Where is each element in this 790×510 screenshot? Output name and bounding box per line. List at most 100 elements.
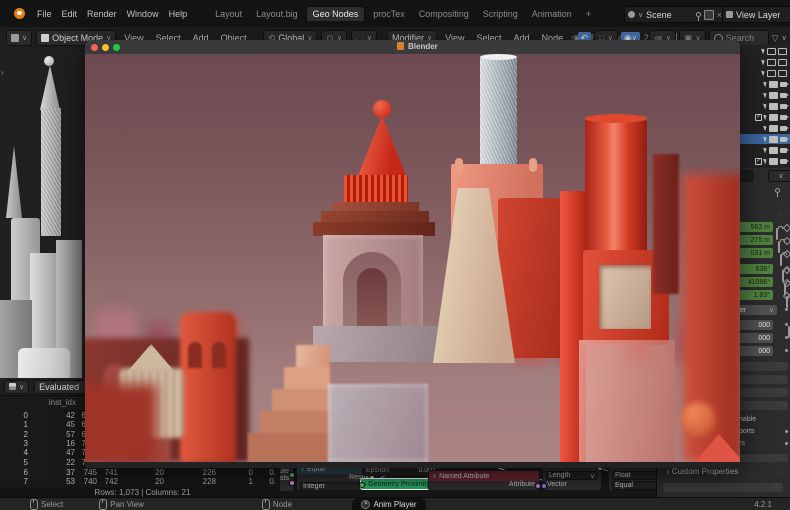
collapsed-panel[interactable] — [663, 483, 783, 492]
lock-icon[interactable] — [778, 241, 780, 253]
selectable-icon[interactable] — [763, 81, 768, 88]
tab-add-workspace[interactable]: + — [580, 7, 597, 21]
tab-scripting[interactable]: Scripting — [477, 7, 524, 21]
selectable-icon[interactable] — [763, 92, 768, 99]
monitor-icon[interactable] — [769, 81, 778, 88]
keyframe-diamond-icon[interactable] — [783, 292, 790, 300]
blender-logo-icon[interactable] — [14, 8, 25, 19]
cancel-icon[interactable]: × — [361, 500, 370, 509]
monitor-icon[interactable] — [767, 70, 776, 77]
rotation-z-field[interactable]: 1.83° — [737, 290, 773, 300]
camera-icon[interactable] — [780, 159, 787, 164]
render-window-titlebar[interactable]: Blender — [85, 40, 740, 55]
location-z-field[interactable]: 031 m — [737, 248, 773, 258]
keyframe-dot-icon[interactable] — [785, 442, 788, 445]
selectable-icon[interactable] — [763, 136, 768, 143]
monitor-icon[interactable] — [767, 59, 776, 66]
viewport-3d-clay[interactable]: › — [0, 48, 85, 378]
maximize-traffic-light[interactable] — [113, 44, 120, 51]
exists-output-socket[interactable] — [289, 480, 295, 486]
properties-filter-dropdown[interactable]: ∨ — [768, 170, 790, 182]
compare-type-dropdown[interactable]: Float∨ — [612, 471, 658, 480]
selectable-icon[interactable] — [763, 114, 768, 121]
lock-icon[interactable] — [776, 228, 778, 240]
scene-selector[interactable]: ∨ Scene × — [624, 6, 726, 23]
rotation-mode-dropdown[interactable]: er∨ — [737, 305, 777, 315]
scale-y-field[interactable]: 000 — [737, 333, 773, 343]
selectable-icon[interactable] — [761, 48, 766, 55]
location-y-field[interactable]: 275 m — [737, 235, 773, 245]
tab-compositing[interactable]: Compositing — [413, 7, 475, 21]
keyframe-diamond-icon[interactable] — [783, 237, 790, 245]
editor-type-button[interactable]: ∨ — [6, 30, 32, 46]
selectable-icon[interactable] — [761, 59, 766, 66]
tab-layout[interactable]: Layout — [209, 7, 248, 21]
checkbox-checked[interactable]: ✓ — [755, 158, 762, 165]
monitor-icon[interactable] — [769, 136, 778, 143]
outliner-row-selected[interactable] — [737, 134, 790, 144]
location-x-field[interactable]: 563 m — [737, 222, 773, 232]
attribute-output-socket[interactable] — [289, 472, 295, 478]
minimize-traffic-light[interactable] — [102, 44, 109, 51]
selectable-icon[interactable] — [763, 147, 768, 154]
keyframe-dot-icon[interactable] — [785, 308, 788, 311]
anim-player-button[interactable]: × Anim Player — [352, 498, 426, 510]
scale-z-field[interactable]: 000 — [737, 346, 773, 356]
render-window[interactable]: Blender — [85, 40, 740, 468]
close-traffic-light[interactable] — [91, 44, 98, 51]
camera-icon[interactable] — [780, 104, 787, 109]
menu-window[interactable]: Window — [123, 9, 163, 19]
selectable-icon[interactable] — [763, 103, 768, 110]
selectable-icon[interactable] — [763, 158, 768, 165]
camera-icon[interactable] — [780, 137, 787, 142]
menu-file[interactable]: File — [33, 9, 56, 19]
camera-icon[interactable] — [780, 126, 787, 131]
camera-icon[interactable] — [780, 82, 787, 87]
properties-search-box[interactable] — [738, 170, 754, 182]
view-layer-selector[interactable]: View Layer — [722, 6, 790, 23]
monitor-icon[interactable] — [769, 158, 778, 165]
menu-render[interactable]: Render — [83, 9, 121, 19]
new-scene-icon[interactable] — [704, 10, 714, 20]
monitor-icon[interactable] — [769, 147, 778, 154]
compare-op-dropdown[interactable]: Equal∨ — [612, 481, 658, 490]
camera-icon[interactable] — [780, 93, 787, 98]
camera-icon[interactable] — [778, 48, 787, 55]
tab-geo-nodes[interactable]: Geo Nodes — [306, 6, 366, 21]
selectable-icon[interactable] — [763, 125, 768, 132]
menu-edit[interactable]: Edit — [58, 9, 82, 19]
column-header-inst-idx[interactable]: inst_idx — [28, 398, 76, 407]
monitor-icon[interactable] — [769, 92, 778, 99]
camera-icon[interactable] — [780, 148, 787, 153]
keyframe-dot-icon[interactable] — [785, 336, 788, 339]
camera-icon[interactable] — [780, 115, 787, 120]
monitor-icon[interactable] — [767, 48, 776, 55]
node-named-attribute[interactable]: ∨ Named Attribute Attribute — [428, 470, 540, 491]
tab-animation[interactable]: Animation — [526, 7, 578, 21]
tab-layout-big[interactable]: Layout.big — [250, 7, 304, 21]
vector-math-mode-dropdown[interactable]: Length∨ — [546, 471, 598, 480]
rotation-y-field[interactable]: 41086° — [737, 277, 773, 287]
filter-icon[interactable]: ▽ — [772, 33, 779, 44]
menu-help[interactable]: Help — [165, 9, 192, 19]
vector-input-socket[interactable] — [541, 483, 547, 489]
panel-expand-arrow[interactable]: › — [1, 68, 4, 77]
pin-icon[interactable] — [696, 12, 701, 17]
proximity-input-socket[interactable] — [359, 482, 365, 488]
spreadsheet-editor-type-button[interactable]: ∨ — [4, 380, 29, 394]
keyframe-dot-icon[interactable] — [785, 349, 788, 352]
camera-icon[interactable] — [778, 59, 787, 66]
keyframe-diamond-icon[interactable] — [783, 224, 790, 232]
collapse-icon[interactable]: ∨ — [432, 473, 437, 480]
properties-panel[interactable]: ∨ ::: 563 m 275 m 031 m 638° 41086° 1.83… — [737, 168, 790, 462]
monitor-icon[interactable] — [769, 125, 778, 132]
outliner-panel[interactable]: ✓ ✓ — [737, 45, 790, 168]
monitor-icon[interactable] — [769, 103, 778, 110]
tab-proctex[interactable]: procTex — [367, 7, 411, 21]
camera-icon[interactable] — [778, 70, 787, 77]
custom-properties-panel[interactable]: › Custom Properties — [667, 467, 738, 476]
pin-icon[interactable] — [775, 188, 780, 193]
rotation-x-field[interactable]: 638° — [737, 264, 773, 274]
checkbox-checked[interactable]: ✓ — [755, 114, 762, 121]
scale-x-field[interactable]: 000 — [737, 320, 773, 330]
